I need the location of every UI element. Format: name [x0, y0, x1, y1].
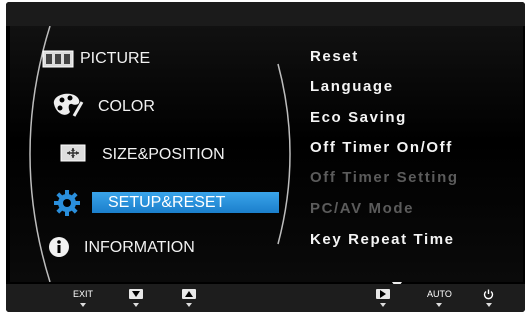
button-pointer-icon: [485, 303, 492, 307]
submenu-item-off-timer-on-off[interactable]: Off Timer On/Off: [310, 139, 453, 156]
button-guide-bar: EXIT AUTO: [6, 284, 525, 312]
power-icon: [483, 288, 494, 300]
main-menu-item-label: SIZE&POSITION: [102, 146, 225, 163]
enter-key-icon: [376, 289, 390, 299]
main-menu-item-setup-reset[interactable]: SETUP&RESET: [108, 194, 225, 212]
gear-icon: [53, 189, 81, 222]
main-menu-item-picture[interactable]: PICTURE: [80, 50, 150, 68]
main-menu-item-label: INFORMATION: [84, 239, 195, 256]
down-key-icon: [129, 289, 143, 299]
exit-button[interactable]: EXIT: [73, 288, 93, 307]
exit-key-label: EXIT: [73, 289, 94, 299]
button-pointer-icon: [436, 303, 443, 307]
button-pointer-icon: [186, 303, 192, 307]
button-pointer-icon: [380, 303, 386, 307]
submenu-item-eco-saving[interactable]: Eco Saving: [310, 109, 407, 126]
main-menu-item-label: SETUP&RESET: [108, 194, 226, 211]
auto-button[interactable]: AUTO: [427, 288, 452, 307]
auto-key-label: AUTO: [427, 289, 452, 299]
size-position-icon: [60, 144, 86, 167]
divider-arc: [277, 63, 291, 245]
monitor-osd: PICTURE COLOR SIZE&POSITION SETUP&RESET …: [6, 2, 525, 312]
main-menu-item-label: PICTURE: [80, 50, 151, 67]
main-menu-item-size-position[interactable]: SIZE&POSITION: [102, 146, 225, 164]
submenu-item-reset[interactable]: Reset: [310, 48, 359, 65]
up-button[interactable]: [182, 288, 196, 307]
submenu-item-off-timer-setting: Off Timer Setting: [310, 169, 459, 186]
osd-menu-panel: PICTURE COLOR SIZE&POSITION SETUP&RESET …: [10, 26, 523, 289]
picture-icon: [42, 50, 74, 73]
palette-icon: [50, 90, 84, 123]
main-menu-item-color[interactable]: COLOR: [98, 98, 155, 116]
button-pointer-icon: [80, 303, 86, 307]
main-menu-item-label: COLOR: [98, 98, 155, 115]
power-button[interactable]: [483, 288, 494, 307]
submenu-item-key-repeat-time[interactable]: Key Repeat Time: [310, 231, 455, 248]
submenu-item-language[interactable]: Language: [310, 78, 394, 95]
submenu-item-pc-av-mode: PC/AV Mode: [310, 200, 415, 217]
osd-top-bar: [6, 2, 525, 26]
enter-button[interactable]: [376, 288, 390, 307]
button-pointer-icon: [133, 303, 139, 307]
main-menu-item-information[interactable]: INFORMATION: [84, 239, 195, 257]
info-icon: [48, 236, 70, 263]
up-key-icon: [182, 289, 196, 299]
down-button[interactable]: [129, 288, 143, 307]
